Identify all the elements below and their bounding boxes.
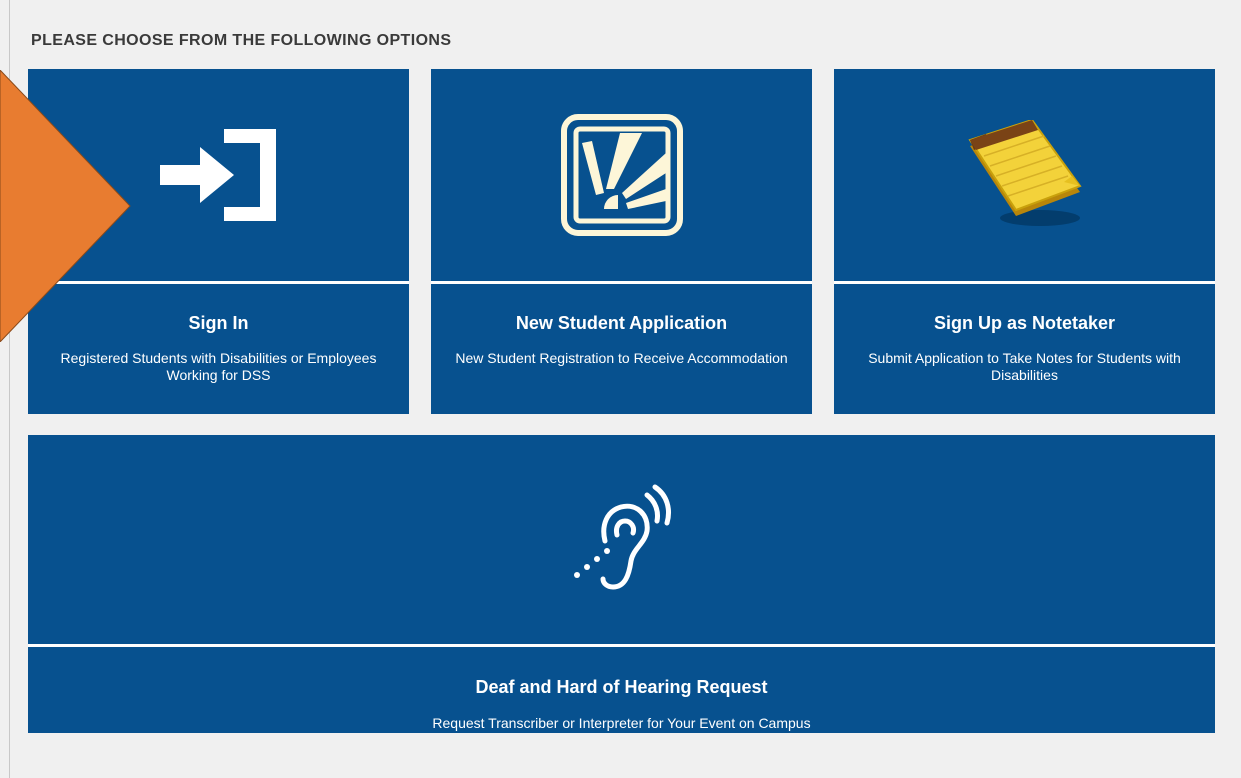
page-heading: PLEASE CHOOSE FROM THE FOLLOWING OPTIONS <box>31 32 452 49</box>
sign-in-icon-area <box>28 69 409 281</box>
notetaker-icon-area <box>834 69 1215 281</box>
tile-divider <box>28 644 1215 647</box>
new-student-application-tile[interactable]: New Student Application New Student Regi… <box>431 69 812 414</box>
sign-in-description: Registered Students with Disabilities or… <box>60 350 377 383</box>
deaf-request-description: Request Transcriber or Interpreter for Y… <box>432 715 811 731</box>
notetaker-tile[interactable]: Sign Up as Notetaker Submit Application … <box>834 69 1215 414</box>
sign-in-icon <box>159 129 276 221</box>
new-student-icon-area <box>431 69 812 281</box>
notepad-icon <box>967 120 1082 226</box>
sign-in-title: Sign In <box>188 313 249 333</box>
deaf-request-title: Deaf and Hard of Hearing Request <box>475 677 768 697</box>
tile-divider <box>834 281 1215 284</box>
new-student-description: New Student Registration to Receive Acco… <box>455 350 788 366</box>
notetaker-description: Submit Application to Take Notes for Stu… <box>868 350 1181 383</box>
hearing-icon-area <box>28 435 1215 647</box>
sign-in-tile[interactable]: Sign In Registered Students with Disabil… <box>28 69 409 414</box>
deaf-hard-of-hearing-tile[interactable]: Deaf and Hard of Hearing Request Request… <box>28 435 1215 733</box>
notetaker-title: Sign Up as Notetaker <box>933 313 1116 333</box>
sunrise-icon <box>560 114 683 236</box>
hearing-icon <box>573 484 671 590</box>
new-student-title: New Student Application <box>515 313 728 333</box>
tile-divider <box>28 281 409 284</box>
tile-divider <box>431 281 812 284</box>
